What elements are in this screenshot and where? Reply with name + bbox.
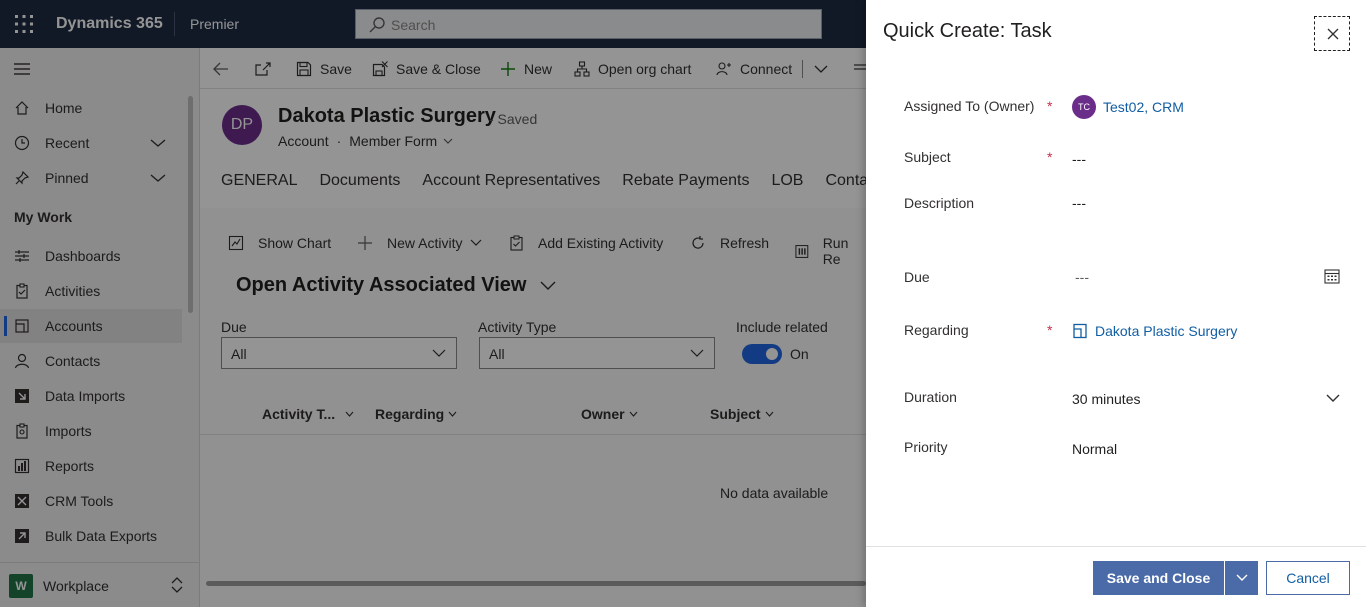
calendar-icon[interactable] — [1324, 268, 1340, 284]
subject-label: Subject — [904, 149, 951, 165]
footer-divider — [866, 546, 1366, 547]
subject-field[interactable]: --- — [1072, 151, 1086, 167]
modal-backdrop[interactable] — [0, 48, 866, 607]
save-and-close-button[interactable]: Save and Close — [1093, 561, 1224, 595]
regarding-label: Regarding — [904, 322, 969, 338]
panel-title: Quick Create: Task — [883, 20, 1052, 42]
due-label: Due — [904, 269, 930, 285]
close-icon — [1327, 28, 1339, 40]
regarding-link[interactable]: Dakota Plastic Surgery — [1095, 323, 1237, 339]
required-indicator: * — [1047, 322, 1053, 338]
priority-select[interactable]: Normal — [1072, 441, 1117, 457]
required-indicator: * — [1047, 98, 1053, 114]
assigned-to-link[interactable]: Test02, CRM — [1103, 99, 1184, 115]
description-field[interactable]: --- — [1072, 195, 1086, 211]
due-date-field[interactable]: --- — [1075, 269, 1089, 285]
required-indicator: * — [1047, 149, 1053, 165]
priority-label: Priority — [904, 439, 948, 455]
owner-avatar: TC — [1072, 95, 1096, 119]
assigned-to-label: Assigned To (Owner) — [904, 98, 1035, 114]
duration-label: Duration — [904, 389, 957, 405]
chevron-down-icon[interactable] — [1326, 394, 1340, 403]
modal-backdrop-top — [0, 0, 866, 48]
duration-select[interactable]: 30 minutes — [1072, 391, 1140, 407]
chevron-down-icon — [1236, 574, 1248, 581]
save-options-button[interactable] — [1224, 561, 1258, 595]
quick-create-panel: Quick Create: Task Assigned To (Owner) *… — [866, 0, 1366, 607]
description-label: Description — [904, 195, 975, 211]
close-button[interactable] — [1314, 16, 1350, 51]
cancel-button[interactable]: Cancel — [1266, 561, 1350, 595]
account-icon — [1073, 323, 1087, 339]
